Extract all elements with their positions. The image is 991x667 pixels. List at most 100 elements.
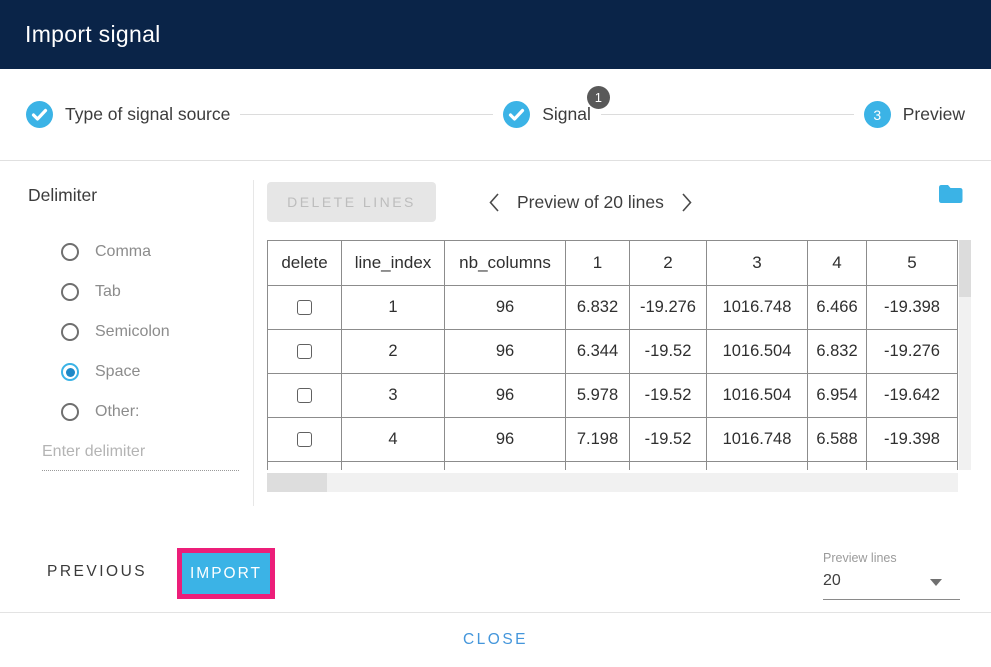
table-header-row: deleteline_indexnb_columns12345 xyxy=(268,241,958,286)
table-cell: 96 xyxy=(445,330,566,374)
delimiter-options: Comma Tab Semicolon Space Other: xyxy=(61,243,253,421)
table-cell xyxy=(707,462,808,471)
table-cell: 1016.504 xyxy=(707,330,808,374)
table-cell: 2 xyxy=(342,330,445,374)
radio-icon[interactable] xyxy=(61,323,79,341)
table-cell: 1016.748 xyxy=(707,418,808,462)
stepper-connector xyxy=(601,114,854,115)
table-row xyxy=(268,462,958,471)
delimiter-option-other[interactable]: Other: xyxy=(61,403,253,421)
stepper-connector xyxy=(240,114,493,115)
preview-lines-value: 20 xyxy=(823,572,841,589)
table-cell: 6.954 xyxy=(808,374,867,418)
check-icon xyxy=(503,101,530,128)
delimiter-option-label: Semicolon xyxy=(95,323,170,341)
preview-nav-label: Preview of 20 lines xyxy=(517,192,664,213)
table-row: 3965.978-19.521016.5046.954-19.642 xyxy=(268,374,958,418)
table-cell: -19.276 xyxy=(630,286,707,330)
table-cell xyxy=(867,462,958,471)
delimiter-option-tab[interactable]: Tab xyxy=(61,283,253,301)
column-header: 3 xyxy=(707,241,808,286)
chevron-left-icon[interactable] xyxy=(488,192,500,213)
delete-cell xyxy=(268,418,342,462)
table-cell: -19.52 xyxy=(630,330,707,374)
radio-icon[interactable] xyxy=(61,243,79,261)
folder-icon[interactable] xyxy=(938,182,964,206)
row-checkbox[interactable] xyxy=(297,300,312,315)
stepper: Type of signal source Signal 1 3 Preview xyxy=(0,69,991,161)
chevron-right-icon[interactable] xyxy=(681,192,693,213)
delete-cell xyxy=(268,330,342,374)
vertical-scrollbar-thumb[interactable] xyxy=(959,240,971,297)
table-cell xyxy=(445,462,566,471)
step-type-of-signal-source[interactable]: Type of signal source xyxy=(26,101,230,128)
footer-divider xyxy=(0,612,991,613)
table-row: 1966.832-19.2761016.7486.466-19.398 xyxy=(268,286,958,330)
table-cell: -19.398 xyxy=(867,418,958,462)
table-cell: 7.198 xyxy=(566,418,630,462)
preview-table-container: deleteline_indexnb_columns12345 1966.832… xyxy=(267,240,958,470)
delimiter-option-comma[interactable]: Comma xyxy=(61,243,253,261)
radio-icon[interactable] xyxy=(61,403,79,421)
column-header: 5 xyxy=(867,241,958,286)
table-cell: 6.466 xyxy=(808,286,867,330)
table-cell xyxy=(808,462,867,471)
table-cell: 6.832 xyxy=(808,330,867,374)
table-body: 1966.832-19.2761016.7486.466-19.3982966.… xyxy=(268,286,958,471)
delimiter-option-semicolon[interactable]: Semicolon xyxy=(61,323,253,341)
step-signal[interactable]: Signal 1 xyxy=(503,101,591,128)
table-cell: -19.52 xyxy=(630,374,707,418)
delimiter-title: Delimiter xyxy=(28,185,253,206)
dialog-title: Import signal xyxy=(25,0,161,69)
column-header: 1 xyxy=(566,241,630,286)
table-cell: 96 xyxy=(445,374,566,418)
dialog-titlebar: Import signal xyxy=(0,0,991,69)
delimiter-option-space[interactable]: Space xyxy=(61,363,253,381)
table-cell: 1016.504 xyxy=(707,374,808,418)
column-header: nb_columns xyxy=(445,241,566,286)
horizontal-scrollbar-thumb[interactable] xyxy=(267,473,327,492)
table-cell xyxy=(630,462,707,471)
step-label: Signal 1 xyxy=(542,104,591,125)
table-cell: 3 xyxy=(342,374,445,418)
table-cell: -19.52 xyxy=(630,418,707,462)
delete-cell xyxy=(268,462,342,471)
row-checkbox[interactable] xyxy=(297,432,312,447)
radio-icon[interactable] xyxy=(61,363,79,381)
table-cell: 1016.748 xyxy=(707,286,808,330)
preview-lines-select[interactable]: 20 xyxy=(823,572,960,600)
delimiter-option-label: Other: xyxy=(95,403,139,421)
delete-cell xyxy=(268,374,342,418)
previous-button[interactable]: PREVIOUS xyxy=(47,563,147,581)
row-checkbox[interactable] xyxy=(297,344,312,359)
table-cell: -19.642 xyxy=(867,374,958,418)
table-cell: 5.978 xyxy=(566,374,630,418)
row-checkbox[interactable] xyxy=(297,388,312,403)
step-preview[interactable]: 3 Preview xyxy=(864,101,965,128)
preview-lines-control: Preview lines 20 xyxy=(823,551,960,600)
vertical-scrollbar[interactable] xyxy=(959,240,971,470)
horizontal-scrollbar[interactable] xyxy=(267,473,958,492)
import-button[interactable]: IMPORT xyxy=(182,553,270,594)
preview-pagination: Preview of 20 lines xyxy=(488,182,693,222)
column-header: 2 xyxy=(630,241,707,286)
table-cell: 4 xyxy=(342,418,445,462)
table-cell: 6.344 xyxy=(566,330,630,374)
delimiter-input[interactable]: Enter delimiter xyxy=(42,443,239,471)
column-header: 4 xyxy=(808,241,867,286)
delimiter-option-label: Space xyxy=(95,363,140,381)
table-cell xyxy=(566,462,630,471)
import-signal-dialog: Import signal Type of signal source Sign… xyxy=(0,0,991,667)
step-number-circle: 3 xyxy=(864,101,891,128)
table-cell xyxy=(342,462,445,471)
close-button[interactable]: CLOSE xyxy=(0,631,991,649)
table-row: 4967.198-19.521016.7486.588-19.398 xyxy=(268,418,958,462)
table-cell: 96 xyxy=(445,286,566,330)
column-header: line_index xyxy=(342,241,445,286)
step-label: Type of signal source xyxy=(65,104,230,125)
radio-icon[interactable] xyxy=(61,283,79,301)
table-cell: -19.276 xyxy=(867,330,958,374)
step-label-text: Signal xyxy=(542,104,591,124)
delete-lines-button[interactable]: DELETE LINES xyxy=(267,182,436,222)
check-icon xyxy=(26,101,53,128)
